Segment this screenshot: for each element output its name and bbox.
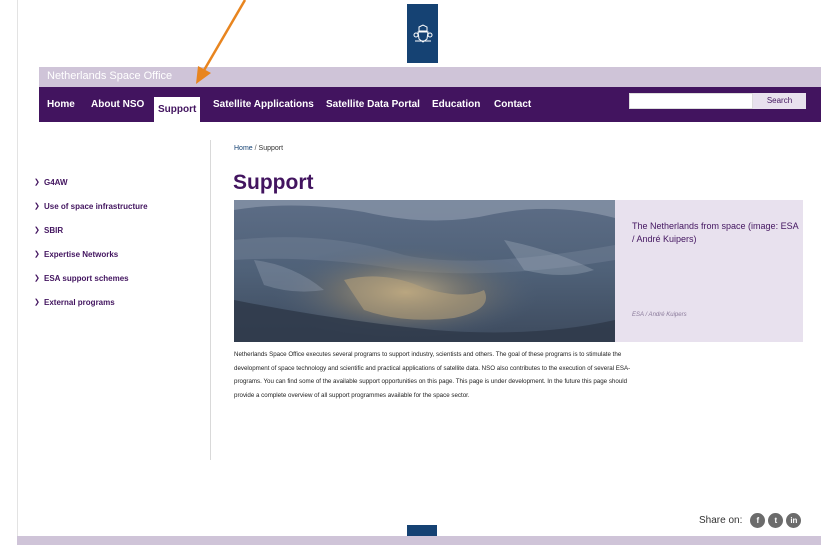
nav-item-support[interactable]: Support <box>154 97 201 122</box>
sidebar-item-label: Use of space infrastructure <box>44 201 148 211</box>
breadcrumb-home-link[interactable]: Home <box>234 145 253 152</box>
nav-item-contact[interactable]: Contact <box>494 87 531 122</box>
nav-item-satellite-data-portal[interactable]: Satellite Data Portal <box>326 87 420 122</box>
sidebar-item-esa-support-schemes[interactable]: ❯ ESA support schemes <box>34 266 204 290</box>
chevron-right-icon: ❯ <box>34 227 40 234</box>
sidebar-item-label: ESA support schemes <box>44 273 129 283</box>
sidebar-item-expertise-networks[interactable]: ❯ Expertise Networks <box>34 242 204 266</box>
sidebar-item-sbir[interactable]: ❯ SBIR <box>34 218 204 242</box>
sidebar-item-label: SBIR <box>44 225 64 235</box>
search-input[interactable] <box>629 93 753 109</box>
footer-logo <box>407 525 437 536</box>
site-logo[interactable] <box>407 4 438 63</box>
content-divider <box>210 140 211 460</box>
twitter-icon[interactable]: t <box>768 513 784 528</box>
intro-paragraph: Netherlands Space Office executes severa… <box>234 351 631 399</box>
sidebar-item-use-of-space-infrastructure[interactable]: ❯ Use of space infrastructure <box>34 194 204 218</box>
sidebar-item-external-programs[interactable]: ❯ External programs <box>34 290 204 314</box>
sidebar-item-label: Expertise Networks <box>44 249 119 259</box>
share-bar: Share on: f t in <box>699 513 802 528</box>
linkedin-icon[interactable]: in <box>786 513 802 528</box>
breadcrumb: Home / Support <box>234 145 283 152</box>
page-title: Support <box>233 171 314 194</box>
nav-item-education[interactable]: Education <box>432 87 480 122</box>
sidebar-item-g4aw[interactable]: ❯ G4AW <box>34 170 204 194</box>
chevron-right-icon: ❯ <box>34 299 40 306</box>
facebook-icon[interactable]: f <box>750 513 766 528</box>
main-navigation: Home About NSO Support Satellite Applica… <box>39 87 821 122</box>
breadcrumb-separator: / <box>254 145 257 152</box>
site-title-band: Netherlands Space Office <box>39 67 821 87</box>
breadcrumb-current: Support <box>258 145 284 152</box>
search-button[interactable]: Search <box>753 93 806 109</box>
image-caption: The Netherlands from space (image: ESA /… <box>632 221 799 244</box>
chevron-right-icon: ❯ <box>34 179 40 186</box>
nav-item-about[interactable]: About NSO <box>91 87 144 122</box>
hero-image <box>234 200 615 342</box>
site-title[interactable]: Netherlands Space Office <box>47 70 172 82</box>
footer-bar <box>17 536 821 545</box>
sidebar-item-label: External programs <box>44 297 115 307</box>
image-caption-box: The Netherlands from space (image: ESA /… <box>615 200 803 342</box>
image-credit: ESA / André Kuipers <box>632 312 687 318</box>
netherlands-from-space-photo <box>234 200 615 342</box>
crest-icon <box>413 23 432 43</box>
chevron-right-icon: ❯ <box>34 275 40 282</box>
sidebar: ❯ G4AW ❯ Use of space infrastructure ❯ S… <box>34 170 204 314</box>
nav-item-home[interactable]: Home <box>47 87 75 122</box>
share-label: Share on: <box>699 515 743 526</box>
chevron-right-icon: ❯ <box>34 251 40 258</box>
chevron-right-icon: ❯ <box>34 203 40 210</box>
sidebar-item-label: G4AW <box>44 177 68 187</box>
nav-item-satellite-applications[interactable]: Satellite Applications <box>213 87 314 122</box>
